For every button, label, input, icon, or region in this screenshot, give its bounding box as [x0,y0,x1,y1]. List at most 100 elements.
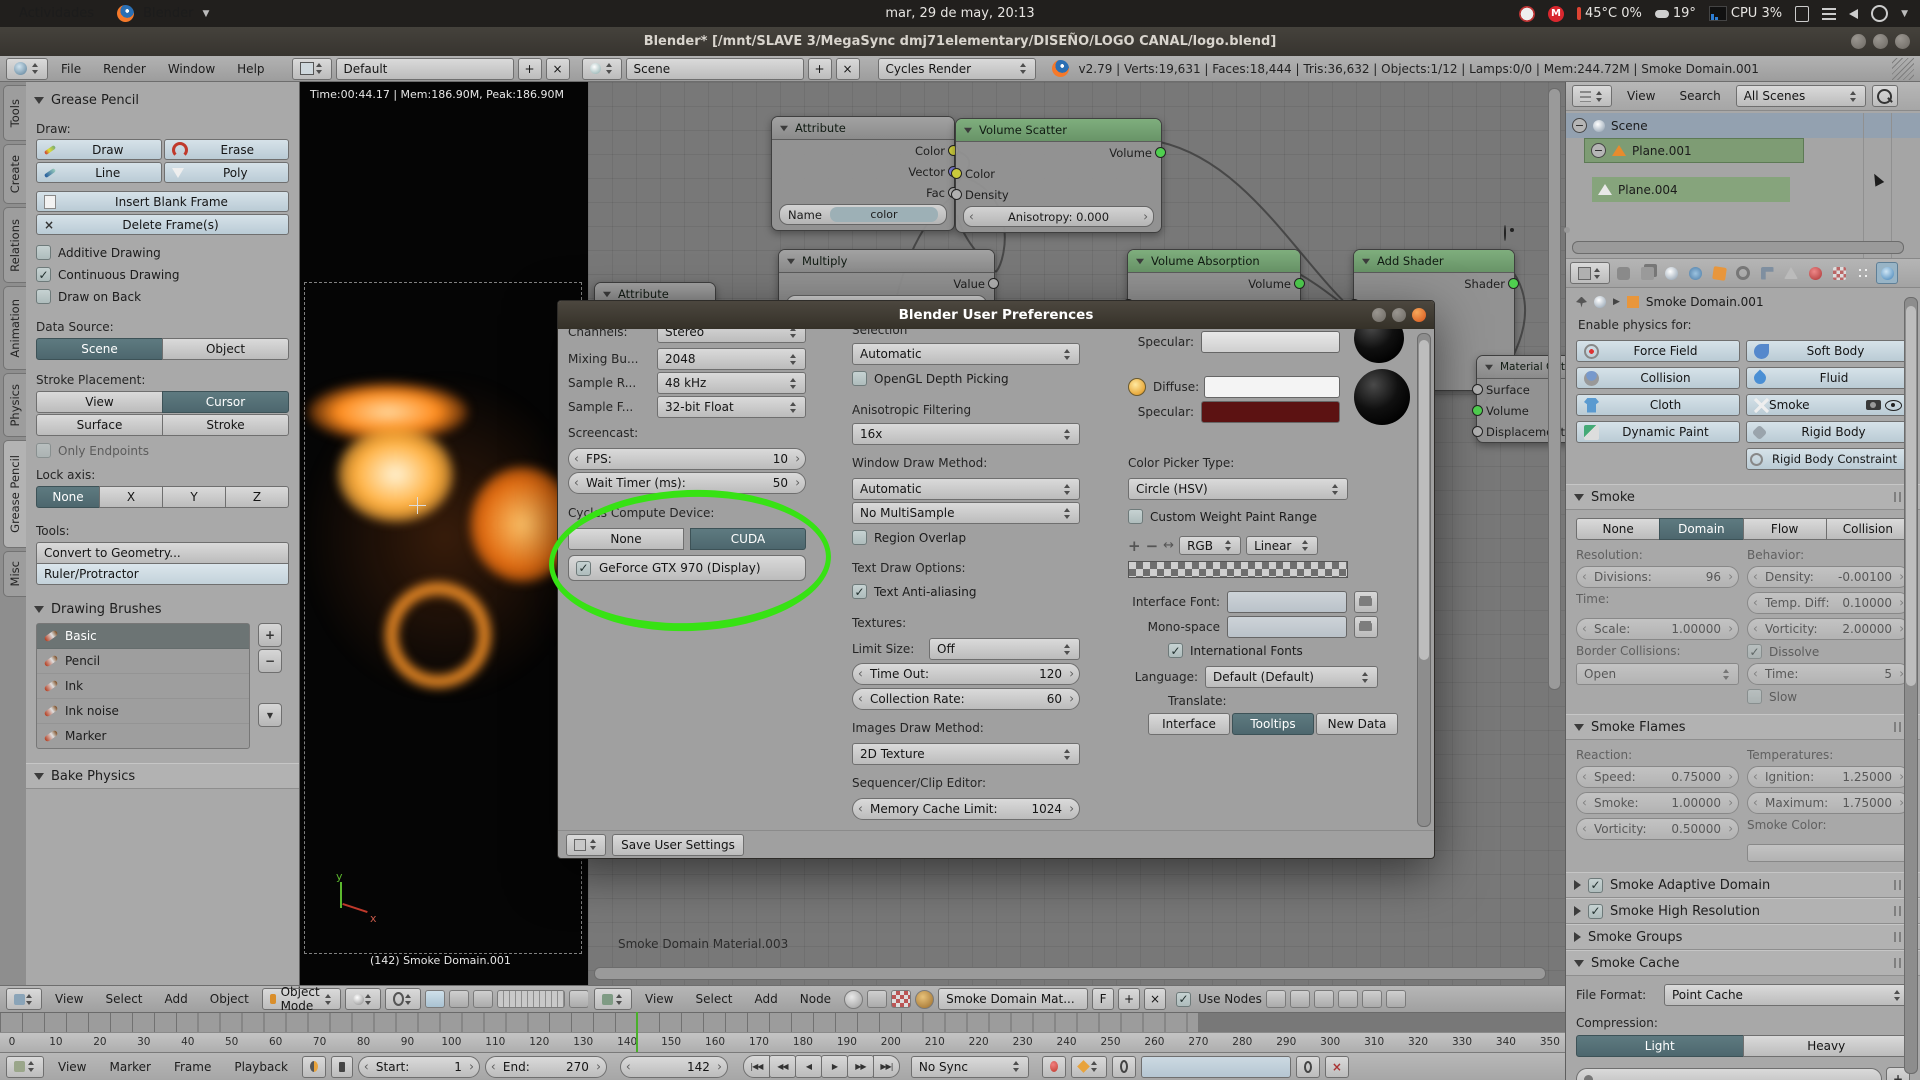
window-draw-method-dropdown[interactable]: Automatic [852,478,1080,500]
anisotropy-slider[interactable]: Anisotropy: 0.000 [963,206,1154,227]
node-editor-hscrollbar[interactable] [594,967,1546,980]
mega-icon[interactable]: M [1548,6,1564,22]
manipulator-rotate-icon[interactable] [449,990,469,1008]
physics-rigid-body-constraint-button[interactable]: Rigid Body Constraint [1746,448,1910,470]
file-format-dropdown[interactable]: Point Cache [1664,984,1910,1006]
interface-font-field[interactable] [1227,591,1347,613]
add-scene-button[interactable]: + [808,58,832,80]
node-collapse-icon[interactable] [1362,258,1370,264]
shader-type-world-icon[interactable] [867,990,887,1008]
remove-color-stop-button[interactable]: − [1146,537,1159,555]
timeline-menu-view[interactable]: View [49,1060,95,1074]
continuous-drawing-checkbox[interactable]: Continuous Drawing [36,267,289,282]
flame-ignition-slider[interactable]: Ignition:1.25000 [1747,766,1910,788]
jump-to-start-button[interactable]: |◀◀ [743,1055,770,1078]
outliner-search-button[interactable] [1872,85,1898,107]
dialog-vscrollbar[interactable] [1417,333,1431,827]
interaction-mode-selector[interactable]: Object Mode [262,988,341,1010]
limit-size-dropdown[interactable]: Off [929,638,1080,660]
brush-item-ink-noise[interactable]: Ink noise [37,699,249,724]
volume-icon[interactable] [1849,9,1858,19]
flame-maximum-slider[interactable]: Maximum:1.75000 [1747,792,1910,814]
dissolve-time-slider[interactable]: Time:5 [1747,663,1910,685]
system-menu-caret-icon[interactable]: ▼ [1901,9,1908,19]
shelf-tab-misc[interactable]: Misc [3,551,26,597]
delete-scene-button[interactable]: × [836,58,860,80]
timeline-track-area[interactable] [0,1012,1565,1033]
manipulator-scale-icon[interactable] [473,990,493,1008]
flip-gradient-button[interactable]: ↔ [1163,538,1174,553]
screen-layout-selector[interactable]: Default [336,58,514,80]
divisions-slider[interactable]: Divisions:96 [1576,566,1739,588]
end-frame-field[interactable]: End:270 [485,1056,607,1078]
timeline-menu-marker[interactable]: Marker [100,1060,159,1074]
multisample-dropdown[interactable]: No MultiSample [852,502,1080,524]
drawing-brushes-panel-header[interactable]: Drawing Brushes [26,597,299,621]
cpu-indicator[interactable]: CPU 3% [1731,6,1782,21]
socket-shader-out[interactable] [1508,278,1519,289]
delete-keyframes-button[interactable]: × [1325,1056,1349,1078]
flame-smoke-slider[interactable]: Smoke:1.00000 [1576,792,1739,814]
compression-heavy-toggle[interactable]: Heavy [1743,1035,1911,1057]
scene-selector[interactable]: Scene [626,58,804,80]
draw-on-back-checkbox[interactable]: Draw on Back [36,289,289,304]
shelf-tab-animation[interactable]: Animation [3,286,26,370]
brush-item-marker[interactable]: Marker [37,724,249,748]
insert-keyframes-button[interactable] [1296,1056,1320,1078]
draw-button[interactable]: Draw [36,139,162,160]
erase-button[interactable]: Erase [164,139,290,160]
jump-to-end-button[interactable]: ▶▶| [873,1055,900,1078]
play-button[interactable]: ▶ [821,1055,848,1078]
viewport-editor-type-button[interactable] [6,988,42,1010]
sample-format-dropdown[interactable]: 32-bit Float [657,396,806,418]
smoke-high-resolution-header[interactable]: Smoke High Resolution [1566,898,1920,924]
add-brush-button[interactable]: + [258,623,282,647]
physics-smoke-button[interactable]: Smoke [1746,394,1910,416]
attribute-name-field[interactable]: Namecolor [779,204,947,225]
collection-rate-slider[interactable]: Collection Rate:60 [852,688,1080,710]
translate-newdata-toggle[interactable]: New Data [1316,713,1398,735]
smoke-type-flow[interactable]: Flow [1743,518,1827,540]
tab-data-icon[interactable] [1780,262,1802,284]
adaptive-domain-checkbox[interactable] [1588,878,1603,893]
tab-constraints-icon[interactable] [1732,262,1754,284]
minimize-button[interactable] [1851,34,1866,49]
color-picker-type-dropdown[interactable]: Circle (HSV) [1128,478,1348,500]
timeline-menu-frame[interactable]: Frame [165,1060,220,1074]
maximize-button[interactable] [1873,34,1888,49]
temp-indicator[interactable]: 45°C 0% [1585,6,1642,21]
smoke-cache-header[interactable]: Smoke Cache [1566,950,1920,976]
node-editor-type-button[interactable] [594,988,632,1010]
power-icon[interactable] [1871,5,1888,22]
shelf-tab-grease-pencil[interactable]: Grease Pencil [3,440,26,548]
outliner-menu-view[interactable]: View [1618,89,1664,103]
record-button[interactable] [1042,1056,1066,1078]
socket-volume-in[interactable] [1472,405,1483,416]
editor-type-selector[interactable] [6,58,48,80]
smoke-adaptive-domain-header[interactable]: Smoke Adaptive Domain [1566,872,1920,898]
socket-density-in[interactable] [951,189,962,200]
data-source-scene-toggle[interactable]: Scene [36,338,163,360]
insert-keyframe-button[interactable] [1112,1056,1136,1078]
clipboard-icon[interactable] [1795,6,1809,22]
tab-render-layers-icon[interactable] [1636,262,1658,284]
add-color-stop-button[interactable]: + [1128,537,1141,555]
menu-help[interactable]: Help [228,62,273,76]
delete-frames-button[interactable]: ×Delete Frame(s) [36,214,289,235]
close-button[interactable] [1895,34,1910,49]
properties-editor-type-button[interactable] [1570,262,1610,284]
translate-tooltips-toggle[interactable]: Tooltips [1232,713,1314,735]
fps-slider[interactable]: FPS:10 [568,448,806,470]
preferences-title-bar[interactable]: Blender User Preferences [558,301,1434,329]
unlink-material-button[interactable]: × [1144,988,1166,1010]
menu-window[interactable]: Window [159,62,224,76]
density-slider[interactable]: Density:-0.00100 [1747,566,1910,588]
menu-file[interactable]: File [52,62,90,76]
bake-physics-panel-header[interactable]: Bake Physics [26,763,299,789]
region-overlap-checkbox[interactable]: Region Overlap [852,530,1080,545]
preview-range-button[interactable] [302,1056,326,1078]
shelf-tab-tools[interactable]: Tools [3,85,26,141]
pivot-point-selector[interactable] [385,988,421,1010]
rgb-mode-dropdown[interactable]: RGB [1179,536,1241,555]
node-menu-add[interactable]: Add [746,992,787,1006]
